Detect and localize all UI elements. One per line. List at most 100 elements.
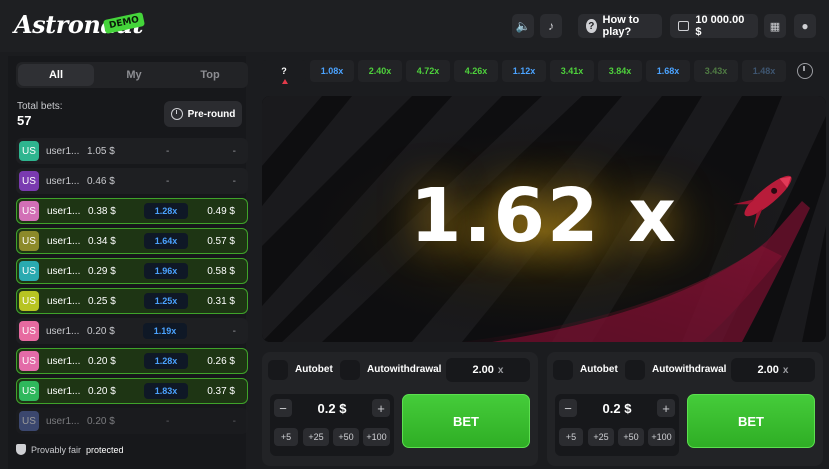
preround-label: Pre-round bbox=[187, 108, 236, 120]
quick-add-5[interactable]: +5 bbox=[274, 428, 298, 446]
quick-add-50[interactable]: +50 bbox=[333, 428, 359, 446]
history-value: 1.12x bbox=[512, 66, 536, 76]
bet-username: user1... bbox=[46, 415, 80, 427]
preround-button[interactable]: Pre-round bbox=[164, 101, 242, 127]
history-chip[interactable]: 1.12x bbox=[502, 60, 546, 82]
autowithdrawal-input[interactable]: 2.00 x bbox=[731, 358, 815, 382]
stake-control: − 0.2 $ + +5 +25 +50 +100 bbox=[270, 394, 394, 456]
current-round-marker-icon bbox=[282, 79, 288, 84]
how-to-play-button[interactable]: ? How to play? bbox=[578, 14, 662, 38]
tab-my[interactable]: My bbox=[96, 62, 172, 88]
menu-button[interactable]: ▦ bbox=[764, 14, 786, 38]
avatar: US bbox=[19, 291, 39, 311]
total-bets-value: 57 bbox=[17, 113, 32, 128]
history-chip[interactable]: 1.08x bbox=[310, 60, 354, 82]
history-chip[interactable]: 3.43x bbox=[694, 60, 738, 82]
bet-username: user1... bbox=[47, 355, 81, 367]
bet-row: US user1... 0.29 $ 1.96x 0.58 $ bbox=[16, 258, 248, 284]
tab-top[interactable]: Top bbox=[172, 62, 248, 88]
quick-add-25[interactable]: +25 bbox=[588, 428, 614, 446]
quick-add-100[interactable]: +100 bbox=[648, 428, 675, 446]
bets-list: US user1... 1.05 $ - - US user1... 0.46 $ - - US us… bbox=[16, 138, 248, 438]
autowithdrawal-toggle[interactable] bbox=[340, 360, 360, 380]
win-amount: 0.58 $ bbox=[207, 265, 235, 277]
history-chip[interactable]: 3.41x bbox=[550, 60, 594, 82]
history-value: 1.48x bbox=[752, 66, 776, 76]
history-chip[interactable]: 2.40x bbox=[358, 60, 402, 82]
autowithdrawal-suffix: x bbox=[497, 364, 504, 376]
cashout-multiplier: 1.96x bbox=[144, 263, 188, 279]
chat-button[interactable]: ● bbox=[794, 14, 816, 38]
increase-stake-button[interactable]: + bbox=[372, 399, 390, 417]
question-icon: ? bbox=[586, 19, 597, 33]
history-chip[interactable]: 3.84x bbox=[598, 60, 642, 82]
bet-username: user1... bbox=[46, 145, 80, 157]
bet-row: US user1... 0.20 $ 1.83x 0.37 $ bbox=[16, 378, 248, 404]
cashout-multiplier: 1.25x bbox=[144, 293, 188, 309]
autobet-toggle[interactable] bbox=[553, 360, 573, 380]
history-chip[interactable]: 1.48x bbox=[742, 60, 786, 82]
history-value: 4.72x bbox=[416, 66, 440, 76]
bet-username: user1... bbox=[46, 325, 80, 337]
history-value: 1.08x bbox=[320, 66, 344, 76]
clock-icon bbox=[170, 108, 183, 120]
shield-icon bbox=[16, 444, 26, 455]
cashout-multiplier: 1.19x bbox=[143, 323, 187, 339]
avatar: US bbox=[19, 321, 39, 341]
avatar: US bbox=[19, 351, 39, 371]
music-button[interactable]: ♪ bbox=[540, 14, 562, 38]
autobet-label: Autobet bbox=[580, 364, 618, 375]
history-value: 3.84x bbox=[608, 66, 632, 76]
multiplier-placeholder: - bbox=[166, 175, 170, 187]
fair-prefix: Provably fair bbox=[31, 444, 82, 455]
tab-all[interactable]: All bbox=[18, 64, 94, 86]
multiplier-history: ? 1.08x 2.40x 4.72x 4.26x 1.12x 3.41x 3.84x 1.68… bbox=[262, 60, 790, 84]
history-chip[interactable]: 4.72x bbox=[406, 60, 450, 82]
bet-row: US user1... 0.46 $ - - bbox=[16, 168, 248, 194]
bets-panel: All My Top Total bets: 57 Pre-round US us… bbox=[8, 56, 248, 469]
cashout-multiplier: 1.28x bbox=[144, 353, 188, 369]
music-note-icon: ♪ bbox=[548, 19, 554, 33]
bet-amount: 0.20 $ bbox=[88, 355, 116, 367]
bet-button[interactable]: BET bbox=[402, 394, 530, 448]
win-amount: 0.37 $ bbox=[207, 385, 235, 397]
game-canvas: 1.62 x bbox=[262, 96, 826, 342]
bet-row: US user1... 0.34 $ 1.64x 0.57 $ bbox=[16, 228, 248, 254]
quick-add-5[interactable]: +5 bbox=[559, 428, 583, 446]
history-chip[interactable]: 4.26x bbox=[454, 60, 498, 82]
avatar: US bbox=[19, 171, 39, 191]
bet-amount: 1.05 $ bbox=[87, 145, 115, 157]
bet-username: user1... bbox=[47, 205, 81, 217]
balance-display[interactable]: 10 000.00 $ bbox=[670, 14, 758, 38]
quick-add-50[interactable]: +50 bbox=[618, 428, 644, 446]
bet-panel-1: Autobet Autowithdrawal 2.00 x − 0.2 $ + … bbox=[262, 352, 538, 466]
autobet-toggle[interactable] bbox=[268, 360, 288, 380]
bet-row: US user1... 0.38 $ 1.28x 0.49 $ bbox=[16, 198, 248, 224]
bet-amount: 0.20 $ bbox=[88, 385, 116, 397]
autowithdrawal-toggle[interactable] bbox=[625, 360, 645, 380]
bet-username: user1... bbox=[47, 385, 81, 397]
autowithdrawal-suffix: x bbox=[782, 364, 789, 376]
multiplier-placeholder: - bbox=[166, 145, 170, 157]
bet-username: user1... bbox=[47, 295, 81, 307]
avatar: US bbox=[19, 381, 39, 401]
current-multiplier: 1.62 x bbox=[409, 173, 679, 259]
increase-stake-button[interactable]: + bbox=[657, 399, 675, 417]
bet-button[interactable]: BET bbox=[687, 394, 815, 448]
sound-button[interactable]: 🔈 bbox=[512, 14, 534, 38]
bet-username: user1... bbox=[47, 265, 81, 277]
autowithdrawal-label: Autowithdrawal bbox=[367, 364, 442, 375]
quick-add-25[interactable]: +25 bbox=[303, 428, 329, 446]
avatar: US bbox=[19, 141, 39, 161]
autowithdrawal-input[interactable]: 2.00 x bbox=[446, 358, 530, 382]
autowithdrawal-value: 2.00 bbox=[472, 364, 494, 376]
win-placeholder: - bbox=[232, 325, 236, 337]
history-current-round[interactable]: ? bbox=[262, 60, 306, 84]
quick-add-100[interactable]: +100 bbox=[363, 428, 390, 446]
avatar: US bbox=[19, 261, 39, 281]
win-amount: 0.31 $ bbox=[207, 295, 235, 307]
autowithdrawal-label: Autowithdrawal bbox=[652, 364, 727, 375]
history-clock-icon[interactable] bbox=[797, 63, 813, 79]
provably-fair[interactable]: Provably fair protected bbox=[16, 444, 124, 455]
history-chip[interactable]: 1.68x bbox=[646, 60, 690, 82]
